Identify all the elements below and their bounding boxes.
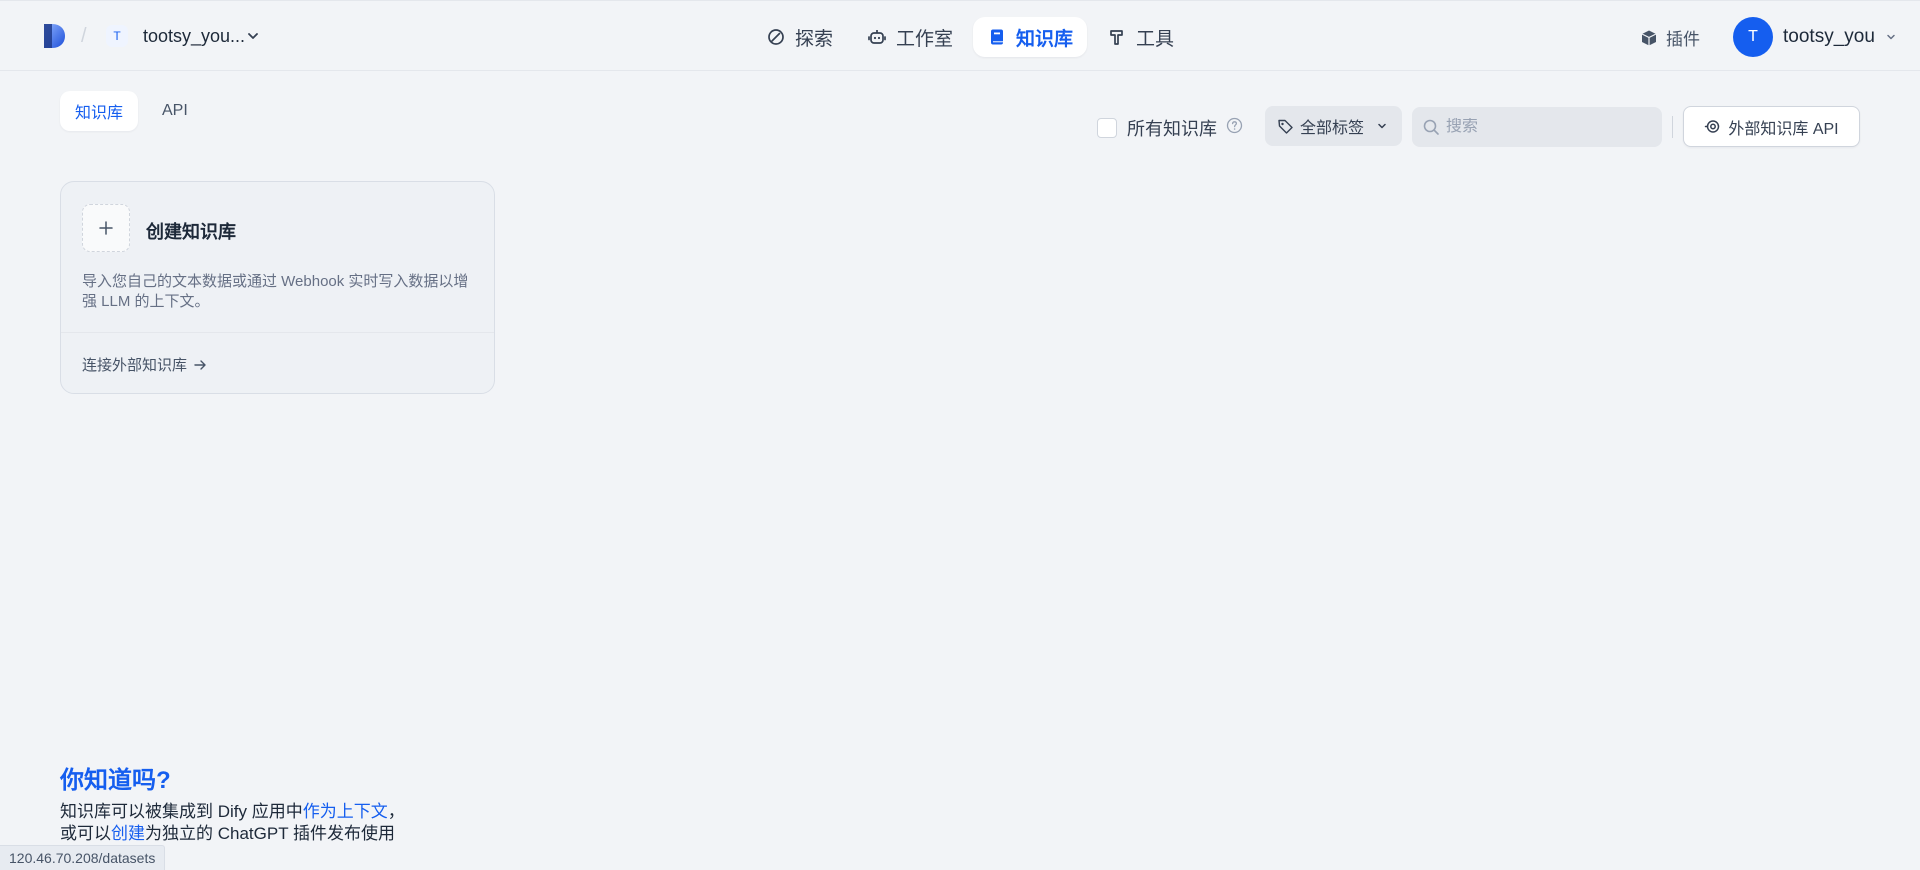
create-knowledge-card: 创建知识库 导入您自己的文本数据或通过 Webhook 实时写入数据以增强 LL… <box>60 181 495 394</box>
tab-api[interactable]: API <box>147 91 203 131</box>
compass-icon <box>768 29 784 45</box>
tab-knowledge[interactable]: 知识库 <box>60 91 139 131</box>
nav-explore[interactable]: 探索 <box>752 17 847 57</box>
search-icon <box>1423 119 1439 135</box>
connect-external-knowledge-link[interactable]: 连接外部知识库 <box>82 354 207 375</box>
create-link[interactable]: 创建 <box>111 824 145 843</box>
chevron-down-icon <box>1887 34 1895 40</box>
book-icon <box>991 29 1004 45</box>
add-box[interactable] <box>82 204 130 252</box>
robot-icon <box>868 30 886 44</box>
arrow-right-icon <box>194 359 206 370</box>
question-circle-icon[interactable] <box>1226 117 1243 134</box>
avatar: T <box>1733 17 1773 57</box>
toolbar-divider <box>1672 116 1673 138</box>
nav-tools-label: 工具 <box>1136 28 1175 50</box>
nav-studio-label: 工作室 <box>896 28 954 50</box>
workspace-name[interactable]: tootsy_you... <box>143 26 245 47</box>
chevron-down-icon[interactable] <box>246 29 260 43</box>
main-nav: 探索 工作室 知识库 工具 <box>752 17 1188 57</box>
search-box[interactable] <box>1412 107 1662 147</box>
nav-explore-label: 探索 <box>795 28 834 50</box>
all-knowledge-toggle[interactable]: 所有知识库 <box>1097 115 1217 141</box>
plugins-button[interactable]: 插件 <box>1640 25 1700 50</box>
nav-tools[interactable]: 工具 <box>1093 17 1188 57</box>
tip-title: 你知道吗? <box>60 767 171 794</box>
all-knowledge-label: 所有知识库 <box>1127 119 1217 139</box>
connect-external-label: 连接外部知识库 <box>82 357 188 374</box>
status-bar-url: 120.46.70.208/datasets <box>0 845 166 870</box>
breadcrumb-separator: / <box>81 25 87 47</box>
tag-filter-label: 全部标签 <box>1300 120 1365 137</box>
tip-line-2: 或可以创建为独立的 ChatGPT 插件发布使用 <box>60 819 395 844</box>
external-knowledge-api-label: 外部知识库 API <box>1728 120 1839 138</box>
user-menu[interactable]: T tootsy_you <box>1733 17 1897 57</box>
tip-line-2-text: 或可以 <box>60 824 111 843</box>
user-name: tootsy_you <box>1783 26 1875 47</box>
workspace-avatar[interactable]: T <box>106 25 128 47</box>
create-knowledge-description: 导入您自己的文本数据或通过 Webhook 实时写入数据以增强 LLM 的上下文… <box>82 273 469 310</box>
search-input[interactable] <box>1446 118 1646 136</box>
cube-icon <box>1641 30 1657 45</box>
plus-icon <box>99 221 113 235</box>
nav-knowledge[interactable]: 知识库 <box>973 17 1088 57</box>
tag-icon <box>1278 119 1293 134</box>
hammer-icon <box>1110 30 1123 45</box>
card-divider <box>61 332 494 333</box>
create-knowledge-area[interactable]: 创建知识库 导入您自己的文本数据或通过 Webhook 实时写入数据以增强 LL… <box>61 182 494 332</box>
create-knowledge-title: 创建知识库 <box>146 222 236 242</box>
all-knowledge-checkbox[interactable] <box>1097 118 1117 138</box>
api-connection-icon <box>1705 120 1720 133</box>
nav-knowledge-label: 知识库 <box>1016 28 1074 50</box>
tag-filter-dropdown[interactable]: 全部标签 <box>1265 106 1402 146</box>
external-knowledge-api-button[interactable]: 外部知识库 API <box>1683 106 1860 147</box>
tip-line-2-suffix: 为独立的 ChatGPT 插件发布使用 <box>145 824 395 843</box>
app-logo-icon[interactable] <box>42 22 66 50</box>
plugins-label: 插件 <box>1666 30 1700 49</box>
nav-studio[interactable]: 工作室 <box>853 17 967 57</box>
chevron-down-icon <box>1378 123 1386 129</box>
top-bar: / T tootsy_you... 探索 工作室 知识库 工具 插件 T too… <box>0 0 1920 71</box>
